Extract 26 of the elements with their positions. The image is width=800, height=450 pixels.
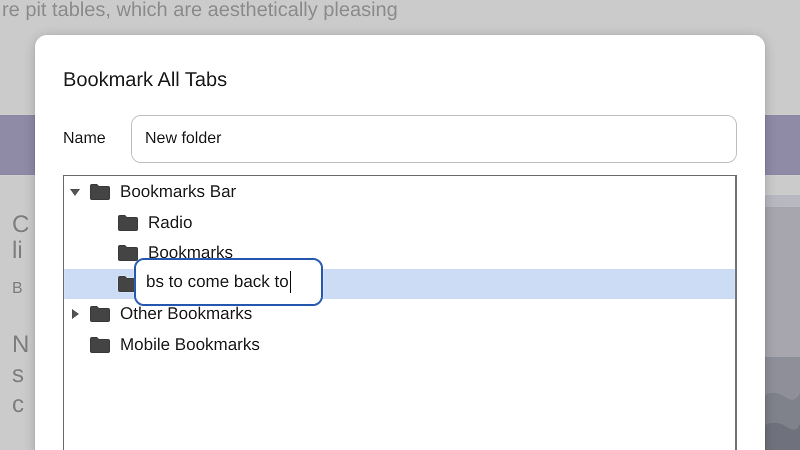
page-text: B: [12, 279, 24, 299]
rename-field[interactable]: bs to come back to: [134, 258, 323, 306]
name-field[interactable]: New folder: [131, 115, 737, 163]
tree-row[interactable]: Mobile Bookmarks: [64, 330, 735, 360]
page-text: li: [12, 237, 24, 265]
folder-icon: [90, 184, 110, 200]
folder-icon: [118, 245, 138, 262]
dialog-title: Bookmark All Tabs: [63, 68, 228, 92]
page-text: s: [12, 361, 25, 389]
page-heading: re pit tables, which are aesthetically pleasing: [2, 0, 398, 20]
folder-name: Radio: [148, 212, 192, 233]
tree-row[interactable]: Bookmarks Bar: [64, 177, 735, 208]
folder-icon: [118, 214, 138, 231]
text-cursor: [290, 271, 291, 293]
page-text: c: [12, 391, 25, 419]
page-text: N: [12, 331, 30, 359]
folder-name: Other Bookmarks: [120, 304, 252, 324]
folder-icon: [90, 336, 110, 353]
tree-row[interactable]: Radio: [64, 208, 735, 238]
expanded-triangle-icon[interactable]: [70, 187, 80, 198]
page-text: C: [12, 211, 30, 239]
folder-name: Mobile Bookmarks: [120, 334, 260, 355]
folder-name: Bookmarks Bar: [120, 182, 236, 202]
name-label: Name: [63, 130, 107, 148]
collapsed-triangle-icon[interactable]: [70, 309, 80, 320]
folder-icon: [90, 306, 110, 322]
